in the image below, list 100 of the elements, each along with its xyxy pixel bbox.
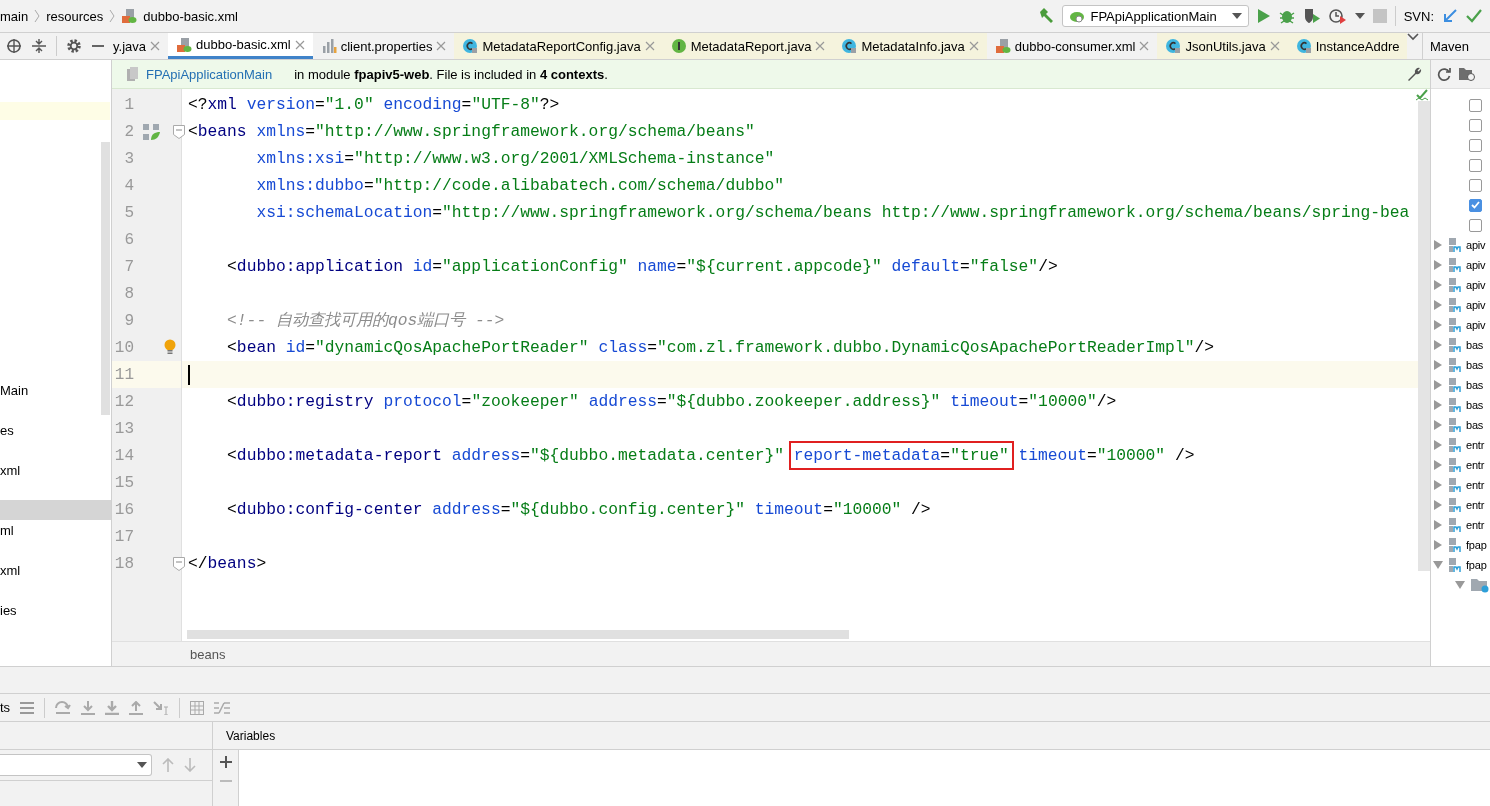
breadcrumb-item[interactable]: resources — [46, 8, 104, 24]
maven-module-icon — [1448, 397, 1464, 413]
context-link[interactable]: FPApiApplicationMain — [146, 66, 273, 82]
add-icon[interactable] — [219, 756, 232, 768]
collapsed-arrow-icon[interactable] — [1433, 460, 1443, 470]
module-label[interactable]: entr — [1466, 479, 1485, 491]
project-tree-row[interactable]: ml — [0, 520, 111, 540]
fold-icon[interactable] — [173, 557, 185, 571]
bug-icon[interactable] — [1278, 8, 1295, 24]
coverage-icon[interactable] — [1302, 8, 1321, 24]
editor-tab[interactable]: dubbo-basic.xml — [168, 33, 313, 59]
collapsed-arrow-icon[interactable] — [1433, 440, 1443, 450]
breadcrumb-item[interactable]: main — [0, 8, 29, 24]
collapsed-arrow-icon[interactable] — [1433, 480, 1443, 490]
module-label[interactable]: entr — [1466, 499, 1485, 511]
collapsed-arrow-icon[interactable] — [1433, 300, 1443, 310]
collapsed-arrow-icon[interactable] — [1433, 400, 1443, 410]
checkbox[interactable] — [1469, 178, 1482, 192]
refresh-icon[interactable] — [1437, 67, 1451, 81]
debug-tab-label[interactable]: ts — [0, 700, 11, 715]
checkbox[interactable] — [1469, 98, 1482, 112]
checkbox[interactable] — [1469, 138, 1482, 152]
maven-module-icon — [1448, 457, 1464, 473]
chevron-icon — [34, 9, 41, 23]
module-label[interactable]: apiv — [1466, 239, 1486, 251]
module-label[interactable]: entr — [1466, 519, 1485, 531]
class-icon — [1165, 38, 1182, 54]
collapsed-arrow-icon[interactable] — [1433, 340, 1443, 350]
trace-icon[interactable] — [214, 700, 231, 715]
module-label[interactable]: apiv — [1466, 299, 1486, 311]
project-tree-row[interactable]: Main — [0, 380, 111, 400]
module-label[interactable]: entr — [1466, 439, 1485, 451]
run-configuration-dropdown[interactable]: FPApiApplicationMain — [1062, 5, 1249, 27]
step-into-icon[interactable] — [81, 700, 96, 715]
wrench-icon[interactable] — [1406, 66, 1422, 82]
expanded-arrow-icon[interactable] — [1455, 580, 1465, 590]
module-label[interactable]: bas — [1466, 359, 1484, 371]
collapsed-arrow-icon[interactable] — [1433, 520, 1443, 530]
collapsed-arrow-icon[interactable] — [1433, 360, 1443, 370]
project-tree-row[interactable]: xml — [0, 460, 111, 480]
step-over-icon[interactable] — [55, 700, 72, 715]
stop-icon — [1372, 9, 1387, 23]
breadcrumb-item[interactable]: dubbo-basic.xml — [143, 8, 238, 24]
list-icon[interactable] — [20, 701, 35, 714]
profiler-icon[interactable] — [1328, 8, 1347, 24]
collapsed-arrow-icon[interactable] — [1433, 540, 1443, 550]
fold-icon[interactable] — [173, 125, 185, 139]
force-step-into-icon[interactable] — [105, 700, 120, 715]
run-icon[interactable] — [1256, 8, 1271, 24]
breadcrumb-item[interactable]: beans — [190, 646, 226, 662]
checkbox[interactable] — [1469, 118, 1482, 132]
module-label[interactable]: fpap — [1466, 559, 1487, 571]
module-label[interactable]: bas — [1466, 419, 1484, 431]
checkbox[interactable] — [1469, 198, 1482, 212]
expanded-arrow-icon[interactable] — [1433, 560, 1443, 570]
module-label[interactable]: apiv — [1466, 319, 1486, 331]
module-label[interactable]: fpap — [1466, 539, 1487, 551]
code-line: </beans> — [188, 553, 267, 575]
folder-sync-icon[interactable] — [1459, 67, 1475, 81]
project-tree-row[interactable]: xml — [0, 560, 111, 580]
collapsed-arrow-icon[interactable] — [1433, 240, 1443, 250]
dropdown-caret-icon[interactable] — [1354, 13, 1365, 19]
down-arrow-icon[interactable] — [184, 758, 196, 772]
module-label[interactable]: apiv — [1466, 279, 1486, 291]
project-tree-row[interactable]: es — [0, 420, 111, 440]
module-label[interactable]: apiv — [1466, 259, 1486, 271]
editor-tab[interactable]: InstanceAddre — [1287, 33, 1408, 59]
tab-list-chevron-icon[interactable] — [1407, 33, 1420, 41]
checkbox[interactable] — [1469, 158, 1482, 172]
module-label[interactable]: bas — [1466, 379, 1484, 391]
code-line: xmlns:dubbo="http://code.alibabatech.com/schema/dubbo" — [255, 175, 784, 197]
commit-check-icon[interactable] — [1466, 8, 1482, 24]
update-arrow-icon[interactable] — [1442, 8, 1458, 24]
frames-dropdown[interactable] — [0, 754, 152, 776]
hammer-icon[interactable] — [1038, 8, 1055, 24]
checkbox[interactable] — [1469, 218, 1482, 232]
project-tree-row[interactable]: ies — [0, 600, 111, 620]
settings-icon[interactable] — [66, 38, 82, 54]
collapsed-arrow-icon[interactable] — [1433, 280, 1443, 290]
run-to-cursor-icon[interactable] — [153, 700, 170, 715]
editor-tab[interactable]: MetadataReport.java — [662, 33, 834, 59]
maven-module-icon — [1448, 477, 1464, 493]
evaluate-table-icon[interactable] — [190, 700, 205, 715]
module-label[interactable]: bas — [1466, 339, 1484, 351]
collapsed-arrow-icon[interactable] — [1433, 260, 1443, 270]
editor-tab[interactable]: MetadataReportConfig.java — [454, 33, 663, 59]
module-label[interactable]: bas — [1466, 399, 1484, 411]
collapsed-arrow-icon[interactable] — [1433, 320, 1443, 330]
editor-tab[interactable]: MetadataInfo.java — [833, 33, 987, 59]
maven-panel-title[interactable]: Maven — [1430, 38, 1470, 54]
collapsed-arrow-icon[interactable] — [1433, 380, 1443, 390]
maven-module-icon — [1448, 437, 1464, 453]
editor-tab[interactable]: JsonUtils.java — [1157, 33, 1288, 59]
step-out-icon[interactable] — [129, 700, 144, 715]
collapsed-arrow-icon[interactable] — [1433, 500, 1443, 510]
collapsed-arrow-icon[interactable] — [1433, 420, 1443, 430]
up-arrow-icon[interactable] — [162, 758, 174, 772]
locate-icon[interactable] — [6, 38, 22, 54]
module-label[interactable]: entr — [1466, 459, 1485, 471]
collapse-icon[interactable] — [31, 38, 47, 54]
